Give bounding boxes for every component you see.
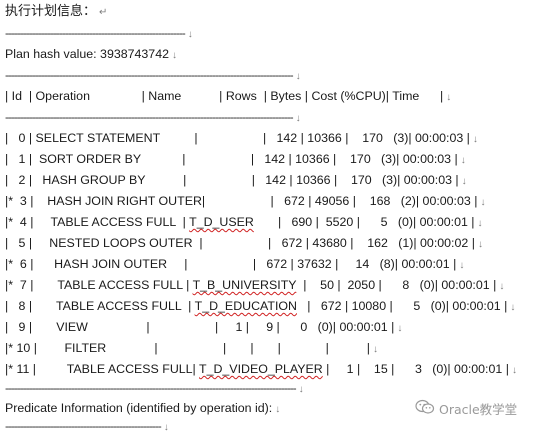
down-mark: ↓ (187, 29, 193, 40)
row-text: |* 10 | FILTER | | | | | | (5, 341, 370, 355)
plan-row: | 1 | SORT ORDER BY | | 142 | 10366 | 17… (5, 151, 466, 169)
row-text: | 9 | VIEW | | 1 | 9 | 0 (0)| 00:00:01 | (5, 320, 395, 334)
row-text: | 5 | NESTED LOOPS OUTER | | 672 | 43680… (5, 236, 475, 250)
plan-row: | 2 | HASH GROUP BY | | 142 | 10366 | 17… (5, 172, 467, 190)
down-mark: ↓ (477, 218, 483, 229)
down-mark: ↓ (461, 176, 467, 187)
row-text: | 0 | SELECT STATEMENT | | 142 | 10366 |… (5, 131, 470, 145)
down-mark: ↓ (460, 155, 466, 166)
down-mark: ↓ (163, 422, 169, 433)
down-mark: ↓ (397, 323, 403, 334)
down-mark: ↓ (446, 92, 452, 103)
plan-row: |* 11 | TABLE ACCESS FULL| T_D_VIDEO_PLA… (5, 361, 517, 379)
down-mark: ↓ (480, 197, 486, 208)
plan-row: |* 4 | TABLE ACCESS FULL | T_D_USER | 69… (5, 214, 483, 232)
separator-line: ----------------------------------------… (5, 25, 193, 43)
row-text: |* 11 | TABLE ACCESS FULL| (5, 362, 199, 376)
down-mark: ↓ (510, 302, 516, 313)
separator-line: ----------------------------------------… (5, 67, 301, 85)
row-text: |* 4 | TABLE ACCESS FULL | (5, 215, 190, 229)
separator-dashes: ----------------------------------------… (5, 26, 186, 40)
plan-table-header: | Id | Operation | Name | Rows | Bytes |… (5, 88, 451, 106)
down-mark: ↓ (295, 113, 301, 124)
plan-row: | 9 | VIEW | | 1 | 9 | 0 (0)| 00:00:01 |… (5, 319, 402, 337)
down-mark: ↓ (372, 344, 378, 355)
plan-hash-text: Plan hash value: 3938743742 (5, 47, 169, 61)
separator-dashes: ----------------------------------------… (5, 68, 294, 82)
separator-line: ----------------------------------------… (5, 109, 301, 127)
down-mark: ↓ (171, 50, 177, 61)
row-text-tail: | 1 | 15 | 3 (0)| 00:00:01 | (322, 362, 509, 376)
plan-hash-line: Plan hash value: 3938743742 ↓ (5, 46, 177, 64)
table-name: T_D_EDUCATION (194, 299, 297, 313)
plan-row: |* 6 | HASH JOIN OUTER | | 672 | 37632 |… (5, 256, 464, 274)
separator-line: ----------------------------------------… (5, 418, 169, 436)
down-mark: ↓ (472, 134, 478, 145)
return-mark: ↵ (99, 7, 108, 18)
down-mark: ↓ (499, 281, 505, 292)
row-text-tail: | 672 | 10080 | 5 (0)| 00:00:01 | (296, 299, 508, 313)
down-mark: ↓ (298, 384, 304, 395)
title-text: 执行计划信息： (5, 4, 97, 19)
table-name: T_B_UNIVERSITY (192, 278, 297, 292)
separator-dashes: ----------------------------------------… (5, 419, 162, 433)
predicate-heading: Predicate Information (identified by ope… (5, 400, 280, 418)
row-text: |* 6 | HASH JOIN OUTER | | 672 | 37632 |… (5, 257, 457, 271)
row-text-tail: | 690 | 5520 | 5 (0)| 00:00:01 | (253, 215, 475, 229)
row-text: | 8 | TABLE ACCESS FULL | (5, 299, 195, 313)
wechat-icon (415, 399, 439, 418)
separator-dashes: ----------------------------------------… (5, 381, 297, 395)
row-text: |* 3 | HASH JOIN RIGHT OUTER| | 672 | 49… (5, 194, 478, 208)
plan-row: |* 10 | FILTER | | | | | | ↓ (5, 340, 378, 358)
down-mark: ↓ (295, 71, 301, 82)
document-page: 执行计划信息： ↵ -------------------------------… (0, 0, 550, 433)
down-mark: ↓ (275, 404, 281, 415)
separator-dashes: ----------------------------------------… (5, 110, 294, 124)
document-title: 执行计划信息： ↵ (5, 4, 107, 21)
table-name: T_D_VIDEO_PLAYER (199, 362, 323, 376)
row-text-tail: | 50 | 2050 | 8 (0)| 00:00:01 | (296, 278, 497, 292)
row-text: |* 7 | TABLE ACCESS FULL | (5, 278, 193, 292)
row-text: | 1 | SORT ORDER BY | | 142 | 10366 | 17… (5, 152, 458, 166)
separator-line: ----------------------------------------… (5, 380, 304, 398)
plan-row: | 5 | NESTED LOOPS OUTER | | 672 | 43680… (5, 235, 483, 253)
row-text: | 2 | HASH GROUP BY | | 142 | 10366 | 17… (5, 173, 459, 187)
watermark-text: Oracle教学堂 (439, 401, 518, 417)
plan-row: |* 7 | TABLE ACCESS FULL | T_B_UNIVERSIT… (5, 277, 504, 295)
plan-row: | 8 | TABLE ACCESS FULL | T_D_EDUCATION … (5, 298, 515, 316)
predicate-text: Predicate Information (identified by ope… (5, 401, 273, 415)
header-text: | Id | Operation | Name | Rows | Bytes |… (5, 89, 444, 103)
down-mark: ↓ (459, 260, 465, 271)
watermark: Oracle教学堂 (415, 398, 517, 418)
plan-row: | 0 | SELECT STATEMENT | | 142 | 10366 |… (5, 130, 478, 148)
plan-row: |* 3 | HASH JOIN RIGHT OUTER| | 672 | 49… (5, 193, 485, 211)
down-mark: ↓ (511, 365, 517, 376)
down-mark: ↓ (477, 239, 483, 250)
table-name: T_D_USER (189, 215, 254, 229)
